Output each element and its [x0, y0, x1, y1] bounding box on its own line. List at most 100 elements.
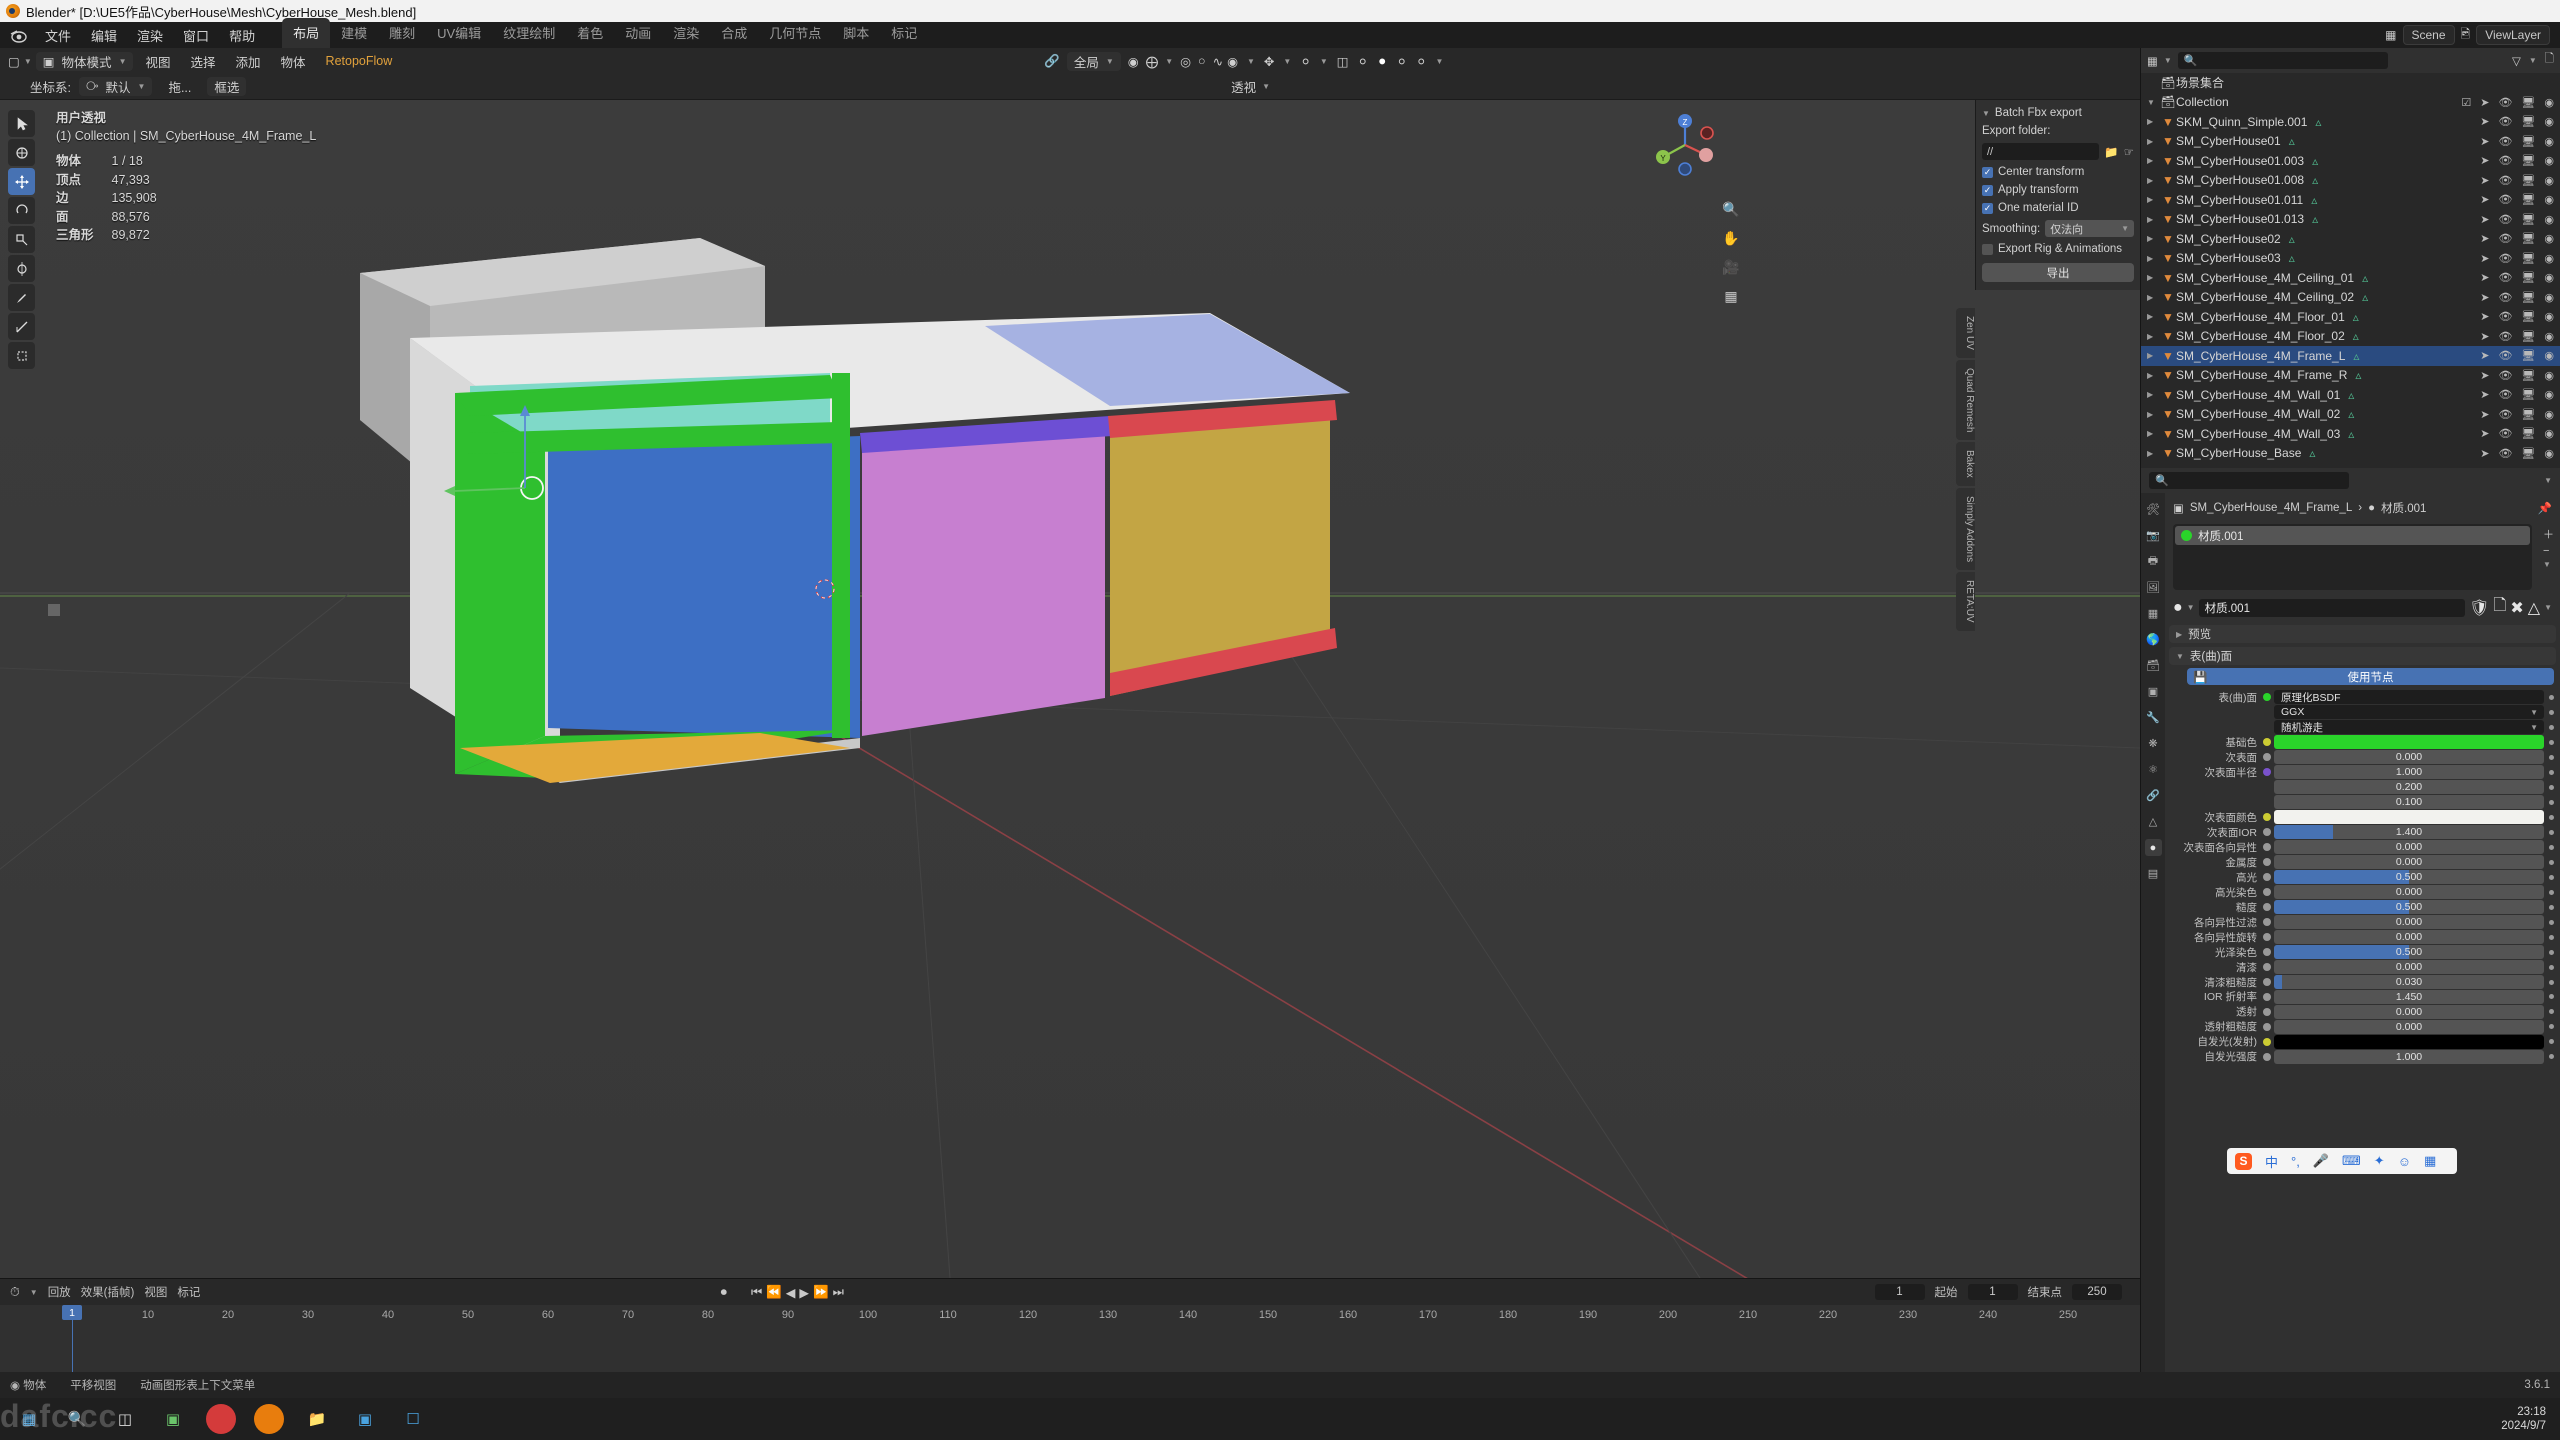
add-cube-tool[interactable]: [8, 342, 35, 369]
animate-dot-icon[interactable]: [2549, 769, 2554, 775]
blender-menu-icon[interactable]: [8, 26, 28, 44]
property-slider[interactable]: 0.200: [2274, 780, 2544, 795]
outliner-item[interactable]: ▶ ▼ SM_CyberHouse_4M_Ceiling_01 ▵ ➤ 👁 🖥 ◉: [2141, 268, 2560, 288]
move-tool[interactable]: [8, 168, 35, 195]
property-slider[interactable]: 1.450: [2274, 989, 2544, 1004]
menu-retopoflow[interactable]: RetopoFlow: [318, 52, 401, 70]
timeline-editor-icon[interactable]: ⏱: [10, 1285, 20, 1300]
disable-viewport-icon[interactable]: 🖥: [2521, 213, 2535, 226]
one-material-id-row[interactable]: ✓ One material ID: [1976, 199, 2140, 217]
selectable-cursor-icon[interactable]: ➤: [2480, 310, 2489, 323]
property-color-swatch[interactable]: [2274, 810, 2544, 825]
hide-eye-icon[interactable]: 👁: [2498, 154, 2512, 167]
hide-eye-icon[interactable]: 👁: [2498, 369, 2512, 382]
3d-viewport[interactable]: ▢ ▼ ▣ 物体模式 ▼ 视图 选择 添加 物体 RetopoFlow 🔗 全局…: [0, 48, 2140, 1278]
tab-tool[interactable]: 🛠: [2145, 501, 2162, 518]
distribution-dropdown[interactable]: GGX ▼: [2274, 705, 2544, 720]
sogou-logo-icon[interactable]: S: [2235, 1152, 2252, 1170]
selectable-cursor-icon[interactable]: ➤: [2480, 447, 2489, 460]
property-socket-icon[interactable]: [2263, 738, 2271, 747]
property-slider[interactable]: 0.030: [2274, 975, 2544, 989]
disable-viewport-icon[interactable]: 🖥: [2521, 174, 2535, 187]
menu-view[interactable]: 视图: [137, 50, 178, 73]
animate-dot-icon[interactable]: [2549, 919, 2554, 925]
property-socket-icon[interactable]: [2263, 1007, 2271, 1016]
animate-dot-icon[interactable]: [2549, 829, 2554, 835]
snap-magnet-icon[interactable]: 🔗: [1044, 54, 1060, 69]
mesh-data-icon[interactable]: ▵: [2312, 154, 2318, 168]
property-slider[interactable]: 1.000: [2274, 1049, 2544, 1064]
tweak-tool[interactable]: [8, 110, 35, 137]
new-collection-icon[interactable]: 🗋: [2545, 51, 2554, 70]
disable-render-icon[interactable]: ◉: [2544, 349, 2554, 362]
disable-render-icon[interactable]: ◉: [2544, 115, 2554, 128]
search-icon[interactable]: 🔍: [62, 1404, 92, 1434]
material-name-field[interactable]: 材质.001: [2198, 598, 2466, 617]
proportional-falloff-icon[interactable]: ○: [1198, 54, 1206, 68]
pin-icon[interactable]: 📌: [2538, 501, 2552, 515]
center-transform-row[interactable]: ✓ Center transform: [1976, 163, 2140, 181]
disable-render-icon[interactable]: ◉: [2544, 96, 2554, 109]
animate-dot-icon[interactable]: [2549, 994, 2554, 1000]
transform-tool[interactable]: [8, 255, 35, 282]
widgets-icon[interactable]: ▣: [158, 1404, 188, 1434]
sidebar-tab-simply-addons[interactable]: Simply Addons: [1956, 488, 1975, 571]
tab-geometry-nodes[interactable]: 几何节点: [758, 18, 832, 48]
disable-render-icon[interactable]: ◉: [2544, 271, 2554, 284]
use-nodes-button[interactable]: 💾 使用节点: [2187, 668, 2554, 685]
gizmo-icon[interactable]: ✥: [1264, 54, 1274, 69]
property-socket-icon[interactable]: [2263, 768, 2271, 777]
animate-dot-icon[interactable]: [2549, 739, 2554, 745]
property-slider[interactable]: 0.000: [2274, 1019, 2544, 1034]
property-socket-icon[interactable]: [2263, 903, 2271, 912]
expand-icon[interactable]: ▶: [2147, 410, 2160, 419]
expand-icon[interactable]: ▶: [2147, 449, 2160, 458]
properties-search-input[interactable]: 🔍: [2149, 472, 2349, 489]
menu-file[interactable]: 文件: [36, 23, 80, 48]
expand-icon[interactable]: ▶: [2147, 215, 2160, 224]
disable-render-icon[interactable]: ◉: [2544, 252, 2554, 265]
outliner-item[interactable]: ▶ ▼ SM_CyberHouse_Base ▵ ➤ 👁 🖥 ◉: [2141, 444, 2560, 464]
overlays-icon[interactable]: ⚪: [1300, 54, 1310, 69]
disable-viewport-icon[interactable]: 🖥: [2521, 330, 2535, 343]
outliner-item[interactable]: ▶ ▼ SM_CyberHouse01.011 ▵ ➤ 👁 🖥 ◉: [2141, 190, 2560, 210]
expand-icon[interactable]: ▶: [2147, 429, 2160, 438]
property-socket-icon[interactable]: [2263, 858, 2271, 867]
outliner-item[interactable]: ▶ ▼ SM_CyberHouse01.013 ▵ ➤ 👁 🖥 ◉: [2141, 210, 2560, 230]
ime-punctuation-icon[interactable]: °,: [2291, 1154, 2300, 1169]
breadcrumb-material-name[interactable]: 材质.001: [2381, 500, 2426, 516]
timeline-track-area[interactable]: 10 20 30 40 50 60 70 80 90 100 110 120 1…: [0, 1305, 2140, 1379]
gizmo-chevron-icon[interactable]: ▼: [1283, 57, 1291, 66]
blender-icon[interactable]: [254, 1404, 284, 1434]
property-socket-icon[interactable]: [2263, 978, 2271, 986]
property-socket-icon[interactable]: [2263, 843, 2271, 852]
tab-texture-paint[interactable]: 纹理绘制: [492, 18, 566, 48]
animate-dot-icon[interactable]: [2549, 1009, 2554, 1015]
store-icon[interactable]: ▣: [350, 1404, 380, 1434]
perspective-label[interactable]: 透视: [1231, 77, 1256, 96]
outliner-item[interactable]: ▶ ▼ SM_CyberHouse_4M_Ceiling_02 ▵ ➤ 👁 🖥 ◉: [2141, 288, 2560, 308]
sidebar-tab-bakex[interactable]: Bakex: [1956, 442, 1975, 487]
apply-transform-row[interactable]: ✓ Apply transform: [1976, 181, 2140, 199]
auto-keying-icon[interactable]: ⏺: [721, 1285, 727, 1300]
disable-viewport-icon[interactable]: 🖥: [2521, 135, 2535, 148]
outliner-item[interactable]: ▶ ▼ SM_CyberHouse02 ▵ ➤ 👁 🖥 ◉: [2141, 229, 2560, 249]
playhead[interactable]: 1: [62, 1305, 82, 1320]
disable-render-icon[interactable]: ◉: [2544, 408, 2554, 421]
property-socket-icon[interactable]: [2263, 992, 2271, 1001]
annotate-tool[interactable]: [8, 284, 35, 311]
task-view-icon[interactable]: ◫: [110, 1404, 140, 1434]
scale-tool[interactable]: [8, 226, 35, 253]
outliner-item[interactable]: ▶ ▼ SM_CyberHouse01 ▵ ➤ 👁 🖥 ◉: [2141, 132, 2560, 152]
property-color-swatch[interactable]: [2274, 1034, 2544, 1049]
selectable-cursor-icon[interactable]: ➤: [2480, 408, 2489, 421]
tab-animation[interactable]: 动画: [614, 18, 662, 48]
selectable-cursor-icon[interactable]: ➤: [2480, 427, 2489, 440]
checkbox-icon[interactable]: ☑: [2461, 96, 2471, 109]
selectable-cursor-icon[interactable]: ➤: [2480, 291, 2489, 304]
tab-compositing[interactable]: 合成: [710, 18, 758, 48]
shading-rendered-icon[interactable]: ⚪: [1416, 54, 1426, 69]
jump-end-icon[interactable]: ⏭: [833, 1285, 844, 1300]
outliner-item[interactable]: ▶ ▼ SM_CyberHouse_4M_Floor_01 ▵ ➤ 👁 🖥 ◉: [2141, 307, 2560, 327]
property-socket-icon[interactable]: [2263, 888, 2271, 897]
